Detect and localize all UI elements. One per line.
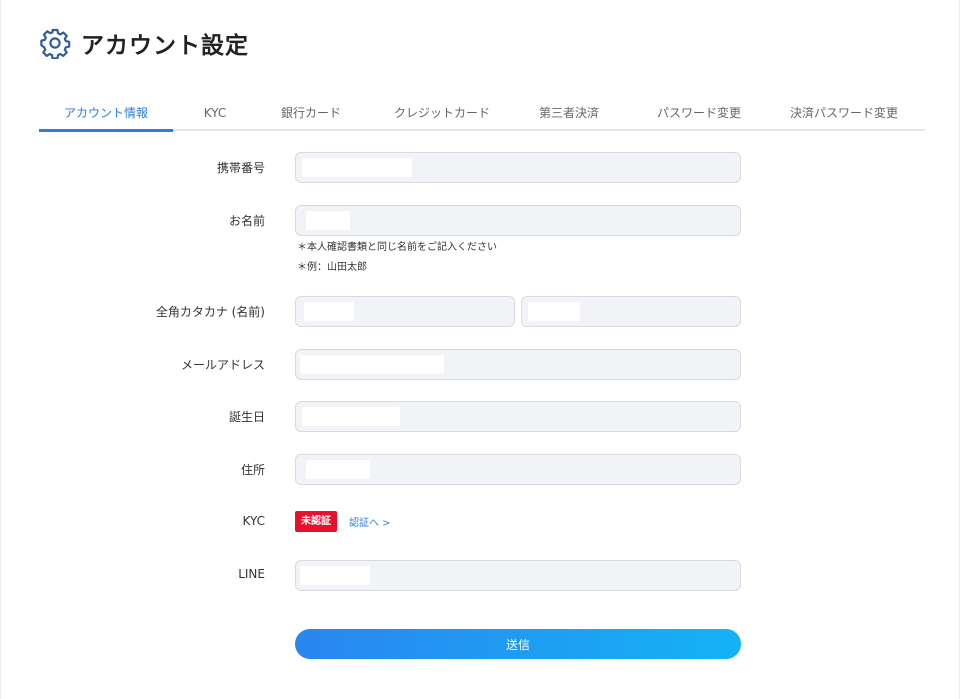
redacted-value bbox=[300, 355, 444, 374]
kyc-status-badge: 未認証 bbox=[295, 511, 337, 532]
name-label: お名前 bbox=[228, 214, 265, 228]
kana-last-name-field[interactable] bbox=[295, 296, 515, 327]
redacted-value bbox=[300, 566, 370, 585]
tab-account-info[interactable]: アカウント情報 bbox=[39, 99, 173, 132]
tab-credit-card[interactable]: クレジットカード bbox=[394, 99, 490, 131]
redacted-value bbox=[304, 302, 354, 321]
tab-password-change[interactable]: パスワード変更 bbox=[656, 99, 742, 131]
submit-button[interactable]: 送信 bbox=[295, 629, 741, 659]
email-label: メールアドレス bbox=[180, 358, 265, 372]
kyc-label: KYC bbox=[242, 514, 266, 528]
email-field[interactable] bbox=[295, 349, 741, 380]
tab-third-party-payment[interactable]: 第三者決済 bbox=[531, 99, 607, 131]
page-header: アカウント設定 bbox=[39, 26, 249, 60]
phone-field[interactable] bbox=[295, 152, 741, 183]
redacted-value bbox=[302, 407, 400, 426]
redacted-value bbox=[302, 158, 412, 177]
kyc-verify-link[interactable]: 認証へ > bbox=[349, 514, 391, 529]
tab-bank-card[interactable]: 銀行カード bbox=[279, 99, 343, 131]
kana-first-name-field[interactable] bbox=[521, 296, 741, 327]
redacted-value bbox=[306, 211, 350, 230]
redacted-value bbox=[528, 302, 580, 321]
line-label: LINE bbox=[238, 567, 265, 581]
account-settings-page: アカウント設定 アカウント情報 KYC 銀行カード クレジットカード 第三者決済… bbox=[0, 0, 960, 699]
gear-icon bbox=[39, 27, 71, 60]
tab-payment-password-change[interactable]: 決済パスワード変更 bbox=[789, 99, 899, 131]
phone-label: 携帯番号 bbox=[216, 161, 265, 175]
birthday-field[interactable] bbox=[295, 401, 741, 432]
kana-label: 全角カタカナ (名前) bbox=[155, 305, 265, 319]
name-note-2: ＊例：山田太郎 bbox=[297, 262, 367, 273]
tab-kyc[interactable]: KYC bbox=[194, 99, 236, 131]
line-field[interactable] bbox=[295, 560, 741, 591]
address-label: 住所 bbox=[240, 463, 265, 477]
birthday-label: 誕生日 bbox=[228, 410, 265, 424]
name-note-1: ＊本人確認書類と同じ名前をご記入ください bbox=[297, 242, 497, 253]
page-title: アカウント設定 bbox=[81, 33, 249, 59]
address-field[interactable] bbox=[295, 454, 741, 485]
name-field[interactable] bbox=[295, 205, 741, 236]
redacted-value bbox=[306, 460, 370, 479]
settings-tabs: アカウント情報 KYC 銀行カード クレジットカード 第三者決済 パスワード変更… bbox=[39, 99, 925, 132]
